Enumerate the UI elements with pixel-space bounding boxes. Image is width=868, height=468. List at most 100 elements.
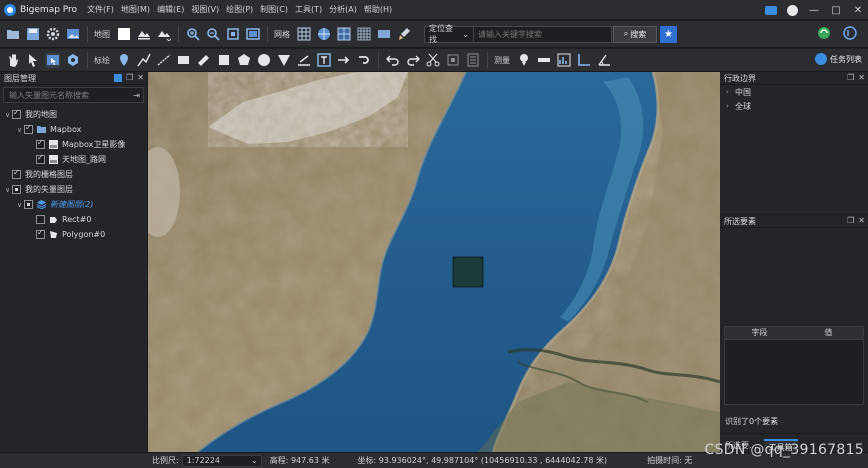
layer-tree-item[interactable]: Mapbox卫星影像 bbox=[0, 137, 147, 152]
column-value[interactable]: 值 bbox=[794, 327, 863, 339]
attribute-table-icon[interactable] bbox=[465, 53, 480, 68]
circle-icon[interactable] bbox=[256, 53, 271, 68]
open-folder-icon[interactable] bbox=[5, 27, 20, 42]
scale-select[interactable]: 1:72224 ⌄ bbox=[181, 454, 262, 467]
float-icon[interactable]: ❐ bbox=[126, 73, 133, 82]
expand-chevron-icon[interactable]: ∨ bbox=[3, 186, 12, 194]
menu-cartography[interactable]: 制图(C) bbox=[260, 4, 288, 15]
basemap-dropdown-icon[interactable] bbox=[156, 27, 171, 42]
layer-tree-item[interactable]: 天地图_路网 bbox=[0, 152, 147, 167]
layer-tree-item[interactable]: 我的栅格图层 bbox=[0, 167, 147, 182]
shield-icon[interactable] bbox=[842, 25, 857, 40]
close-icon[interactable]: ✕ bbox=[858, 216, 865, 225]
distance-icon[interactable] bbox=[536, 53, 551, 68]
box-select-icon[interactable] bbox=[45, 52, 60, 68]
layer-visibility-checkbox[interactable] bbox=[36, 138, 45, 149]
layer-visibility-checkbox[interactable] bbox=[12, 168, 21, 179]
polyline-icon[interactable] bbox=[136, 53, 151, 68]
message-icon[interactable] bbox=[765, 5, 777, 15]
layer-visibility-checkbox[interactable] bbox=[36, 228, 45, 239]
close-button[interactable]: ✕ bbox=[852, 5, 864, 16]
collapse-icon[interactable]: ⇥ bbox=[133, 91, 140, 100]
menu-edit[interactable]: 编辑(E) bbox=[157, 4, 184, 15]
layer-tree-item[interactable]: Rect#0 bbox=[0, 212, 147, 227]
identify-icon[interactable] bbox=[65, 53, 80, 68]
blank-map-icon[interactable] bbox=[116, 27, 131, 42]
keyword-search-input[interactable] bbox=[474, 25, 612, 43]
square-icon[interactable] bbox=[216, 53, 231, 68]
expand-chevron-icon[interactable]: ∨ bbox=[15, 126, 24, 134]
text-frame-icon[interactable] bbox=[316, 53, 331, 68]
admin-item-global[interactable]: › 全球 bbox=[720, 99, 868, 113]
layer-tree-item[interactable]: ∨ Mapbox bbox=[0, 122, 147, 137]
menu-draw[interactable]: 绘图(P) bbox=[226, 4, 253, 15]
tile-grid-icon[interactable] bbox=[336, 27, 351, 42]
save-icon[interactable] bbox=[25, 27, 40, 42]
zoom-in-icon[interactable] bbox=[185, 27, 200, 42]
layer-tree-item[interactable]: Polygon#0 bbox=[0, 227, 147, 242]
map-view[interactable] bbox=[148, 72, 720, 452]
menu-view[interactable]: 视图(V) bbox=[191, 4, 219, 15]
float-icon[interactable]: ❐ bbox=[847, 216, 854, 225]
layer-visibility-checkbox[interactable] bbox=[36, 153, 45, 164]
pentagon-icon[interactable] bbox=[236, 53, 251, 68]
task-list-button[interactable]: 任务列表 bbox=[815, 53, 862, 65]
float-icon[interactable]: ❐ bbox=[847, 73, 854, 82]
drawn-rect-feature[interactable] bbox=[452, 256, 484, 288]
protractor-icon[interactable] bbox=[596, 53, 611, 68]
arrow-shape-icon[interactable] bbox=[196, 53, 211, 68]
maximize-button[interactable]: □ bbox=[830, 5, 842, 16]
utm-grid-icon[interactable] bbox=[356, 27, 371, 42]
screenshot-icon[interactable] bbox=[245, 27, 260, 42]
zoom-out-icon[interactable] bbox=[205, 27, 220, 42]
area-chart-icon[interactable] bbox=[556, 53, 571, 68]
menu-analysis[interactable]: 分析(A) bbox=[329, 4, 357, 15]
expand-chevron-icon[interactable]: ∨ bbox=[15, 201, 24, 209]
layer-visibility-checkbox[interactable] bbox=[24, 123, 33, 134]
straight-arrow-icon[interactable] bbox=[336, 53, 351, 68]
close-icon[interactable]: ✕ bbox=[858, 73, 865, 82]
cut-scissors-icon[interactable] bbox=[425, 53, 440, 68]
layer-tree-item[interactable]: ∨ 我的矢量图层 bbox=[0, 182, 147, 197]
admin-item-china[interactable]: › 中国 bbox=[720, 85, 868, 99]
column-field[interactable]: 字段 bbox=[725, 327, 794, 339]
menu-help[interactable]: 帮助(H) bbox=[364, 4, 392, 15]
rectangle-icon[interactable] bbox=[176, 53, 191, 68]
angle-icon[interactable] bbox=[576, 53, 591, 68]
undo-icon[interactable] bbox=[385, 53, 400, 68]
full-extent-icon[interactable] bbox=[225, 27, 240, 42]
close-icon[interactable]: ✕ bbox=[137, 73, 144, 82]
layer-search-field[interactable]: 输入矢量图元名称搜索 ⇥ bbox=[3, 87, 144, 103]
layer-tree-item[interactable]: ∨ 我的地图 bbox=[0, 107, 147, 122]
freehand-line-icon[interactable] bbox=[156, 53, 171, 68]
chevron-right-icon[interactable]: › bbox=[723, 88, 732, 96]
sync-icon[interactable] bbox=[816, 25, 831, 40]
marker-point-icon[interactable] bbox=[116, 53, 131, 68]
expand-chevron-icon[interactable]: ∨ bbox=[3, 111, 12, 119]
settings-gear-icon[interactable] bbox=[45, 27, 60, 42]
user-avatar-icon[interactable] bbox=[787, 4, 798, 16]
curved-arrow-icon[interactable] bbox=[356, 53, 371, 68]
layer-visibility-checkbox[interactable] bbox=[24, 200, 33, 209]
sheet-grid-icon[interactable] bbox=[376, 27, 391, 42]
layer-visibility-checkbox[interactable] bbox=[36, 215, 45, 224]
layer-visibility-checkbox[interactable] bbox=[12, 108, 21, 119]
menu-map[interactable]: 地图(M) bbox=[121, 4, 150, 15]
pin-icon[interactable] bbox=[114, 74, 123, 82]
pan-hand-icon[interactable] bbox=[5, 53, 20, 68]
search-button[interactable]: ⌕ 搜索 bbox=[613, 25, 657, 43]
favorite-button[interactable]: ★ bbox=[660, 25, 677, 43]
chevron-right-icon[interactable]: › bbox=[723, 102, 732, 110]
basemap-switch-icon[interactable] bbox=[136, 27, 151, 42]
menu-tools[interactable]: 工具(T) bbox=[295, 4, 322, 15]
parallel-line-icon[interactable] bbox=[296, 53, 311, 68]
locate-select[interactable]: 定位查找 ⌄ bbox=[424, 24, 474, 44]
grid-icon[interactable] bbox=[296, 27, 311, 42]
layer-tree-item[interactable]: ∨ 新建图层(2) bbox=[0, 197, 147, 212]
menu-file[interactable]: 文件(F) bbox=[87, 4, 114, 15]
clear-brush-icon[interactable] bbox=[396, 27, 411, 42]
triangle-icon[interactable] bbox=[276, 53, 291, 68]
image-export-icon[interactable] bbox=[65, 27, 80, 42]
minimize-button[interactable]: — bbox=[808, 5, 820, 16]
location-pin-icon[interactable] bbox=[516, 53, 531, 68]
